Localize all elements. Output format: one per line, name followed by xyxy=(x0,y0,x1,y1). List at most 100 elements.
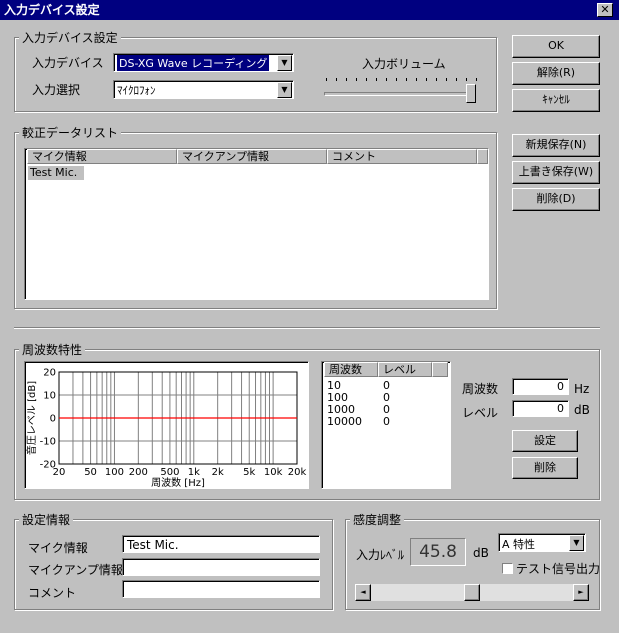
column-header-comment[interactable]: コメント xyxy=(327,149,477,164)
scroll-left-button[interactable]: ◄ xyxy=(355,584,371,601)
level-input-value: 0 xyxy=(557,402,564,415)
x-tick-label: 50 xyxy=(84,467,97,478)
volume-tick xyxy=(336,78,337,81)
mic-info-value: Test Mic. xyxy=(127,538,179,552)
title-bar: 入力デバイス設定 xyxy=(0,0,619,20)
table-row[interactable]: 10 0 xyxy=(322,379,448,392)
volume-tick xyxy=(476,78,477,81)
y-tick-label: -10 xyxy=(40,437,56,448)
freq-delete-button[interactable]: 削除 xyxy=(512,457,578,479)
x-tick-label: 2k xyxy=(212,467,224,478)
input-select-value: ﾏｲｸﾛﾌｫﾝ xyxy=(117,84,156,97)
x-tick-label: 10k xyxy=(264,467,283,478)
mic-info-label: マイク情報 xyxy=(28,541,88,555)
device-settings-group xyxy=(14,37,497,112)
chevron-down-icon[interactable]: ▼ xyxy=(277,55,292,71)
calib-list-legend: 較正データリスト xyxy=(19,124,122,141)
input-device-value: DS-XG Wave レコーディング xyxy=(117,55,270,71)
volume-tick xyxy=(406,78,407,81)
volume-tick xyxy=(356,78,357,81)
scroll-thumb[interactable] xyxy=(464,584,480,601)
volume-tick xyxy=(326,78,327,81)
input-device-label: 入力デバイス xyxy=(32,56,104,70)
settings-info-legend: 設定情報 xyxy=(19,511,74,528)
volume-tick xyxy=(376,78,377,81)
column-header-amp[interactable]: マイクアンプ情報 xyxy=(177,149,327,164)
x-tick-label: 20 xyxy=(53,467,66,478)
x-tick-label: 20k xyxy=(288,467,307,478)
x-tick-label: 200 xyxy=(129,467,148,478)
input-level-unit: dB xyxy=(473,546,489,560)
volume-tick xyxy=(426,78,427,81)
level-unit: dB xyxy=(574,403,590,417)
volume-tick xyxy=(366,78,367,81)
amp-info-input[interactable] xyxy=(122,558,320,576)
close-button[interactable]: ✕ xyxy=(597,3,613,17)
set-button[interactable]: 設定 xyxy=(512,430,578,452)
column-header-level[interactable]: レベル xyxy=(378,362,432,377)
column-header-filler xyxy=(477,149,488,164)
cancel-button[interactable]: ｷｬﾝｾﾙ xyxy=(512,89,600,112)
test-signal-label: テスト信号出力 xyxy=(516,562,601,576)
delete-button[interactable]: 削除(D) xyxy=(512,188,600,211)
volume-tick xyxy=(446,78,447,81)
release-button[interactable]: 解除(R) xyxy=(512,62,600,85)
y-tick-label: 20 xyxy=(43,368,56,379)
volume-tick xyxy=(436,78,437,81)
window-title: 入力デバイス設定 xyxy=(4,3,100,17)
device-settings-legend: 入力デバイス設定 xyxy=(19,29,121,46)
x-tick-label: 1k xyxy=(188,467,200,478)
table-cell-freq: 10000 xyxy=(327,415,362,428)
x-axis-label: 周波数 [Hz] xyxy=(151,476,205,488)
list-item-mic: Test Mic. xyxy=(30,166,78,179)
column-header-freq[interactable]: 周波数 xyxy=(324,362,378,377)
freq-response-chart: 20100-10-2020 50 100 200 500 1k 2k 5k 10k 20k周波数 … xyxy=(25,368,307,489)
amp-info-label: マイクアンプ情報 xyxy=(28,563,123,577)
freq-input[interactable]: 0 xyxy=(512,378,569,395)
volume-tick xyxy=(416,78,417,81)
volume-ticks xyxy=(326,78,477,84)
volume-tick xyxy=(386,78,387,81)
freq-legend: 周波数特性 xyxy=(19,341,86,358)
column-header-mic[interactable]: マイク情報 xyxy=(27,149,177,164)
x-tick-label: 500 xyxy=(160,467,179,478)
chevron-down-icon[interactable]: ▼ xyxy=(569,535,584,551)
table-row[interactable]: 1000 0 xyxy=(322,403,448,416)
column-header-filler xyxy=(432,362,448,377)
table-row[interactable]: 100 0 xyxy=(322,391,448,404)
chevron-down-icon[interactable]: ▼ xyxy=(277,82,292,98)
volume-tick xyxy=(456,78,457,81)
separator xyxy=(14,327,600,329)
input-volume-label: 入力ボリューム xyxy=(362,57,446,71)
calib-list[interactable]: マイク情報 マイクアンプ情報 コメント Test Mic. xyxy=(24,148,489,300)
input-level-label: 入力ﾚﾍﾞﾙ xyxy=(356,548,405,562)
mic-info-input[interactable]: Test Mic. xyxy=(122,535,320,553)
x-tick-label: 5k xyxy=(243,467,255,478)
ok-button[interactable]: OK xyxy=(512,35,600,58)
volume-tick xyxy=(466,78,467,81)
volume-tick xyxy=(396,78,397,81)
volume-slider-thumb[interactable] xyxy=(466,84,476,103)
level-input[interactable]: 0 xyxy=(512,400,569,417)
input-level-display: 45.8 xyxy=(410,538,466,566)
weighting-combo[interactable]: A 特性 ▼ xyxy=(498,533,586,552)
x-tick-label: 100 xyxy=(105,467,124,478)
test-signal-checkbox[interactable] xyxy=(502,563,513,574)
freq-unit: Hz xyxy=(574,382,590,396)
freq-input-value: 0 xyxy=(557,380,564,393)
table-cell-level: 0 xyxy=(383,415,390,428)
list-item[interactable]: Test Mic. xyxy=(28,166,84,180)
comment-label: コメント xyxy=(28,586,77,600)
scroll-right-button[interactable]: ► xyxy=(573,584,589,601)
new-save-button[interactable]: 新規保存(N) xyxy=(512,134,600,157)
table-row[interactable]: 10000 0 xyxy=(322,415,448,428)
input-device-combo[interactable]: DS-XG Wave レコーディング ▼ xyxy=(113,53,294,72)
comment-input[interactable] xyxy=(122,580,320,598)
volume-slider-track[interactable] xyxy=(324,92,476,96)
y-axis-label: 音圧レベル [dB] xyxy=(25,381,38,455)
overwrite-save-button[interactable]: 上書き保存(W) xyxy=(512,161,600,184)
freq-table[interactable]: 周波数 レベル 10 0 100 0 1000 0 10000 0 xyxy=(321,361,451,489)
y-tick-label: 0 xyxy=(50,414,56,425)
input-select-combo[interactable]: ﾏｲｸﾛﾌｫﾝ ▼ xyxy=(113,80,294,99)
sensitivity-scrollbar[interactable]: ◄ ► xyxy=(355,584,589,601)
